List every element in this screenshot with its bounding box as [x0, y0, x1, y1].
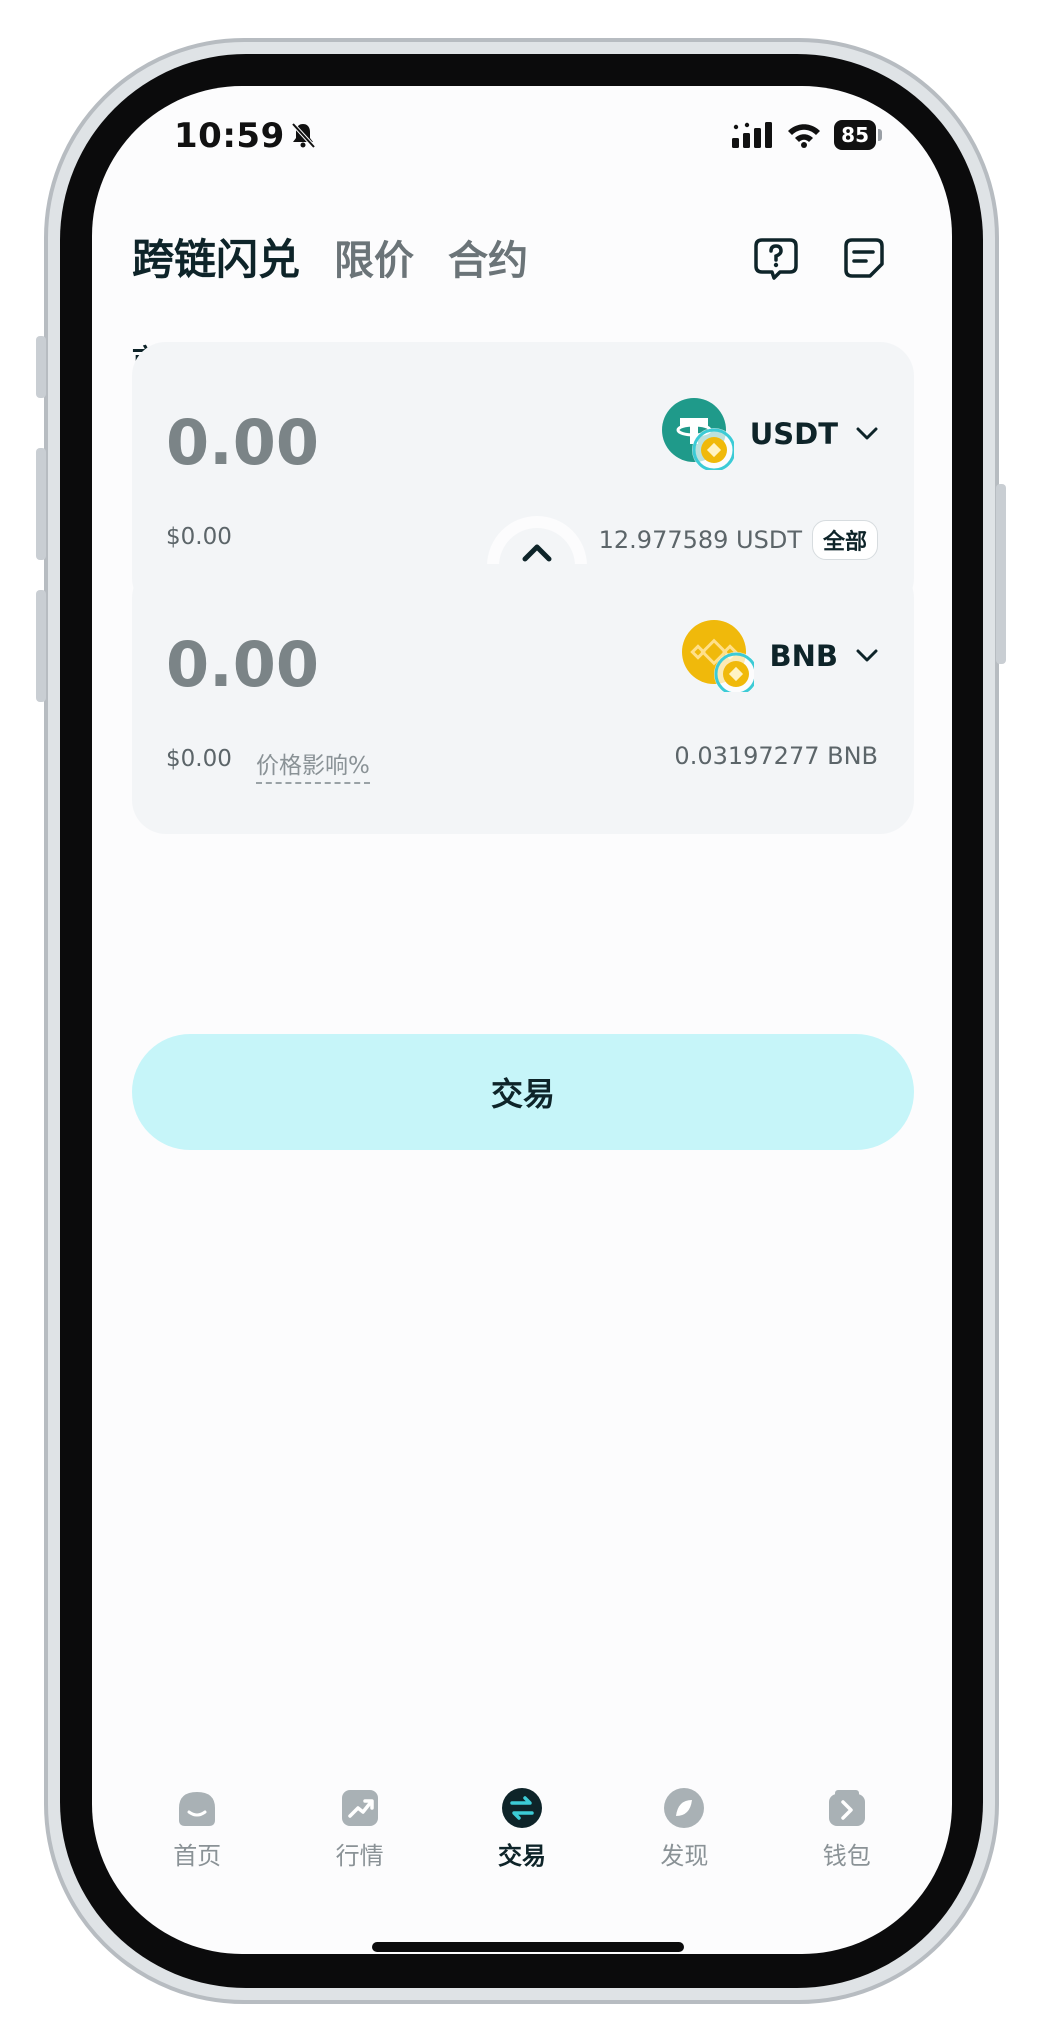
trade-icon — [501, 1788, 542, 1828]
wifi-icon — [788, 124, 821, 148]
home-indicator[interactable] — [372, 1942, 684, 1952]
nav-discover[interactable]: 发现 — [624, 1786, 744, 1871]
to-token-card: 0.00 $0.00 价格影响% BNB 0.03197277 BNB — [132, 564, 914, 834]
side-button-volume-down — [36, 590, 46, 702]
from-amount-input[interactable]: 0.00 — [166, 406, 319, 479]
tab-cross-chain-swap[interactable]: 跨链闪兑 — [132, 226, 300, 287]
signal-icon — [732, 122, 773, 148]
chevron-down-icon — [856, 649, 878, 662]
usdt-token-icon — [661, 398, 736, 472]
side-button-volume-up — [36, 448, 46, 560]
price-impact-link[interactable]: 价格影响% — [256, 746, 370, 784]
market-icon — [341, 1790, 378, 1826]
battery-cap — [878, 129, 882, 141]
tab-contract[interactable]: 合约 — [448, 228, 528, 286]
to-token-selector[interactable]: BNB — [681, 620, 878, 696]
nav-market-label: 行情 — [335, 1842, 384, 1870]
to-balance: 0.03197277 BNB — [674, 742, 878, 770]
from-usd-value: $0.00 — [166, 524, 232, 550]
status-time: 10:59 — [174, 116, 285, 156]
from-balance: 12.977589 USDT 全部 — [599, 520, 878, 560]
nav-wallet[interactable]: 钱包 — [787, 1786, 907, 1871]
status-indicators: 85 — [732, 120, 882, 150]
nav-home[interactable]: 首页 — [137, 1786, 257, 1871]
max-button[interactable]: 全部 — [811, 520, 878, 560]
from-balance-value: 12.977589 USDT — [598, 526, 802, 554]
discover-icon — [664, 1788, 705, 1828]
side-button-action — [36, 336, 46, 398]
to-usd-value: $0.00 — [166, 746, 232, 772]
nav-discover-label: 发现 — [660, 1842, 709, 1870]
nav-trade-label: 交易 — [497, 1842, 546, 1870]
bell-muted-icon — [291, 122, 316, 149]
bnb-token-icon — [681, 620, 758, 696]
to-balance-value: 0.03197277 BNB — [674, 742, 878, 770]
nav-home-label: 首页 — [173, 1842, 222, 1870]
battery-level: 85 — [834, 120, 876, 150]
from-token-name: USDT — [749, 417, 838, 451]
nav-wallet-label: 钱包 — [822, 1842, 871, 1870]
home-icon — [179, 1792, 216, 1826]
nav-trade[interactable]: 交易 — [462, 1786, 582, 1871]
tab-limit[interactable]: 限价 — [334, 228, 414, 286]
to-token-name: BNB — [769, 639, 838, 673]
nav-market[interactable]: 行情 — [300, 1786, 420, 1871]
from-token-selector[interactable]: USDT — [661, 398, 878, 472]
bottom-nav: 首页 行情 交易 发现 钱包 — [92, 1786, 952, 1871]
app-screen: 10:59 85 跨链闪兑 限价 合约 0.00 $0.00 USDT 12.9… — [92, 86, 952, 1954]
trade-button[interactable]: 交易 — [132, 1034, 914, 1150]
wallet-icon — [828, 1790, 865, 1826]
to-amount-input[interactable]: 0.00 — [166, 628, 319, 701]
help-icon[interactable] — [752, 234, 800, 282]
chevron-down-icon — [856, 427, 878, 440]
trade-mode-tabs: 跨链闪兑 限价 合约 — [132, 226, 528, 287]
side-button-power — [996, 484, 1006, 664]
orders-icon[interactable] — [840, 234, 888, 282]
